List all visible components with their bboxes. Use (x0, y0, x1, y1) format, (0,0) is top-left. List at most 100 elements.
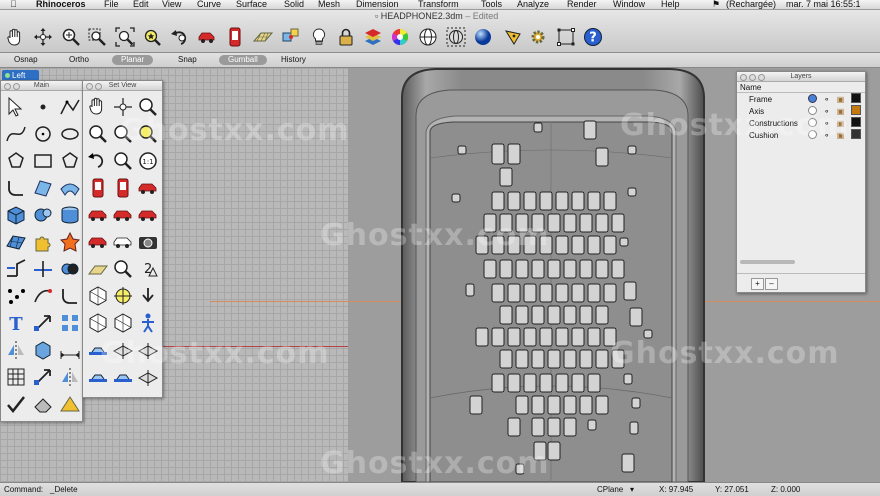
boolean-icon[interactable] (57, 256, 83, 282)
layer-name[interactable]: Axis (737, 105, 805, 117)
zoomsel-icon[interactable] (135, 121, 161, 147)
shuttle-icon[interactable] (135, 337, 161, 363)
polygon-icon[interactable] (3, 148, 29, 174)
menu-surface[interactable]: Surface (236, 0, 267, 9)
figure-icon[interactable] (135, 310, 161, 336)
rotate-icon[interactable] (110, 94, 136, 120)
target-icon[interactable] (110, 283, 136, 309)
menu-curve[interactable]: Curve (197, 0, 221, 9)
menu-help[interactable]: Help (661, 0, 680, 9)
dim-icon[interactable] (57, 337, 83, 363)
layer-color-swatch[interactable] (851, 93, 862, 103)
circle-icon[interactable] (30, 121, 56, 147)
flag-icon[interactable]: ⚑ (712, 0, 720, 9)
layer-color-swatch[interactable] (851, 129, 862, 139)
eraser-icon[interactable] (30, 391, 56, 417)
command-input[interactable]: _Delete (50, 483, 78, 496)
polyline-icon[interactable] (57, 94, 83, 120)
move-icon[interactable] (30, 364, 56, 390)
current-layer-radio[interactable] (807, 93, 817, 103)
menu-analyze[interactable]: Analyze (517, 0, 549, 9)
curve-icon[interactable] (3, 121, 29, 147)
puzzle-icon[interactable] (30, 229, 56, 255)
zoom-icon[interactable] (135, 94, 161, 120)
sphere-grid-icon[interactable] (445, 26, 467, 48)
lock-icon[interactable] (335, 26, 357, 48)
zoom-extents-icon[interactable] (114, 26, 136, 48)
text-icon[interactable]: T (3, 310, 29, 336)
mirror-icon[interactable] (57, 364, 83, 390)
fillet-icon[interactable] (3, 175, 29, 201)
layer-row[interactable]: Constructions ⚬ ▣ (737, 117, 865, 129)
two-icon[interactable]: 2 (135, 256, 161, 282)
menu-mesh[interactable]: Mesh (318, 0, 340, 9)
hand-icon[interactable] (85, 94, 111, 120)
lock-icon[interactable]: ▣ (834, 117, 848, 129)
flatcar-icon[interactable] (85, 337, 111, 363)
lock-icon[interactable]: ▣ (834, 93, 848, 106)
menu-edit[interactable]: Edit (133, 0, 149, 9)
point-icon[interactable] (30, 94, 56, 120)
rectangle-dots-icon[interactable] (555, 26, 577, 48)
flatcar-icon[interactable] (110, 364, 136, 390)
camera-icon[interactable] (135, 229, 161, 255)
cube3-icon[interactable] (30, 337, 56, 363)
cplane-dropdown-icon[interactable]: ▾ (630, 483, 634, 496)
layer-name[interactable]: Cushion (737, 129, 805, 141)
car-icon[interactable] (135, 175, 161, 201)
layer-name[interactable]: Constructions (737, 117, 805, 129)
ellipse-icon[interactable] (57, 121, 83, 147)
polygon-icon[interactable] (57, 148, 83, 174)
hex-icon[interactable] (85, 283, 111, 309)
phone-icon[interactable] (85, 175, 111, 201)
light-bulb-icon[interactable]: ⚬ (820, 93, 833, 106)
car-icon[interactable] (110, 202, 136, 228)
cyl-icon[interactable] (57, 202, 83, 228)
zoom-icon[interactable] (110, 148, 136, 174)
sphere-blue-icon[interactable] (472, 26, 494, 48)
menu-render[interactable]: Render (567, 0, 597, 9)
help-icon[interactable]: ? (582, 26, 604, 48)
zoom-dynamic-icon[interactable] (60, 26, 82, 48)
apple-icon[interactable]:  (10, 0, 17, 9)
panel-window-buttons[interactable] (86, 83, 104, 93)
menu-tools[interactable]: Tools (481, 0, 502, 9)
zoom-icon[interactable] (110, 121, 136, 147)
layer-stack-icon[interactable] (362, 26, 384, 48)
split-icon[interactable] (30, 256, 56, 282)
zoom-selected-icon[interactable] (141, 26, 163, 48)
gumball-toggle[interactable]: Gumball (219, 55, 267, 65)
fillet-icon[interactable] (57, 283, 83, 309)
add-layer-button[interactable]: + (751, 278, 764, 290)
downarrow-icon[interactable] (135, 283, 161, 309)
check-icon[interactable] (3, 391, 29, 417)
phone-icon[interactable] (110, 175, 136, 201)
clock[interactable]: mar. 7 mai 16:55:1 (786, 0, 861, 9)
cplane-selector[interactable]: CPlane (597, 483, 623, 496)
snap-toggle[interactable]: Snap (178, 55, 197, 65)
layers-scrollbar[interactable] (740, 260, 795, 264)
flatcar-icon[interactable] (85, 364, 111, 390)
color-wheel-icon[interactable] (389, 26, 411, 48)
sphere-wire-icon[interactable] (417, 26, 439, 48)
light-bulb-icon[interactable]: ⚬ (820, 117, 833, 129)
panel-window-buttons[interactable] (740, 74, 767, 84)
grid-plane-icon[interactable] (252, 26, 274, 48)
layer-row[interactable]: Frame ⚬ ▣ (737, 93, 865, 106)
zoom-icon[interactable] (110, 256, 136, 282)
battery-status[interactable]: (Rechargée) (726, 0, 776, 9)
car-red-icon[interactable] (196, 26, 218, 48)
undo-icon[interactable] (85, 148, 111, 174)
surf-icon[interactable] (30, 175, 56, 201)
zoom-window-icon[interactable] (86, 26, 108, 48)
viewport-left[interactable]: Left Main T Set View 1:1 2 Layers Name F… (0, 68, 880, 482)
extend-icon[interactable] (3, 256, 29, 282)
hex-icon[interactable] (110, 310, 136, 336)
menu-dimension[interactable]: Dimension (356, 0, 399, 9)
layer-color-swatch[interactable] (851, 117, 862, 127)
current-layer-radio[interactable] (807, 117, 817, 127)
osnap-toggle[interactable]: Osnap (14, 55, 38, 65)
panel-window-buttons[interactable] (4, 83, 22, 93)
menu-solid[interactable]: Solid (284, 0, 304, 9)
rotate-view-icon[interactable] (32, 26, 54, 48)
